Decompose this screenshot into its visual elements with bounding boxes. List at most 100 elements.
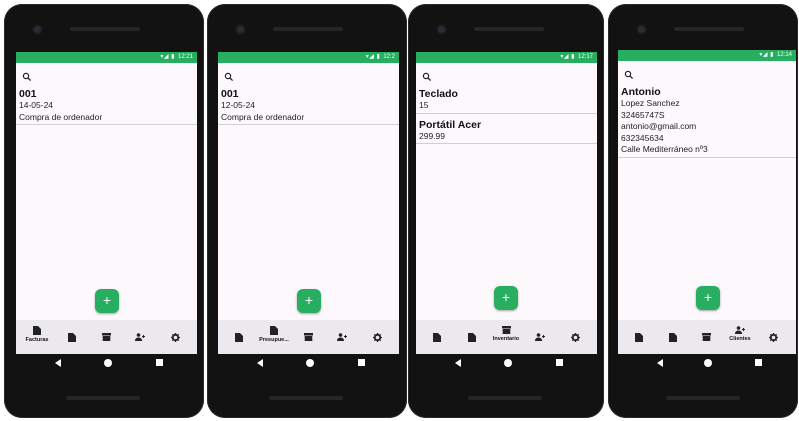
tab-facturas[interactable]: Facturas <box>19 320 55 354</box>
bottom-speaker <box>468 396 542 400</box>
item-description: Compra de ordenador <box>19 111 103 122</box>
tab-settings[interactable] <box>359 320 395 354</box>
archive-icon <box>501 326 511 334</box>
add-button[interactable]: + <box>696 286 720 310</box>
home-icon[interactable] <box>504 359 512 367</box>
search-icon[interactable] <box>22 69 32 82</box>
back-icon[interactable] <box>455 359 461 367</box>
inventory-list: Teclado 15 Portátil Acer 299.99 <box>416 88 597 149</box>
speaker <box>474 27 544 31</box>
app-screen: ▾◢ ▮ 12:17 Teclado 15 Portátil Acer 299.9… <box>416 52 597 354</box>
bottom-navigation: Presupue... <box>218 320 399 354</box>
speaker <box>70 27 140 31</box>
phone-frame: ▾◢ ▮ 12:2 001 12-05-24 Compra de ordenado… <box>207 4 407 418</box>
document-icon <box>433 333 441 342</box>
tab-facturas[interactable] <box>419 320 455 354</box>
list-item[interactable]: Portátil Acer 299.99 <box>416 118 597 144</box>
item-quantity: 15 <box>419 100 429 110</box>
add-person-icon <box>535 333 545 341</box>
item-title: Antonio <box>621 86 661 98</box>
client-address: Calle Mediterráneo nº3 <box>621 144 708 154</box>
item-date: 14-05-24 <box>19 100 54 110</box>
gear-icon <box>570 333 580 342</box>
search-icon[interactable] <box>624 67 634 80</box>
system-navigation-bar <box>218 354 399 372</box>
tab-settings[interactable] <box>557 320 593 354</box>
signal-battery-icon: ▾◢ ▮ <box>560 54 575 60</box>
bottom-speaker <box>66 396 140 400</box>
search-icon[interactable] <box>422 69 432 82</box>
tab-facturas[interactable] <box>221 320 257 354</box>
client-list: Antonio Lopez Sanchez 32465747S antonio@… <box>618 86 796 163</box>
system-navigation-bar <box>16 354 197 372</box>
tab-settings[interactable] <box>755 320 791 354</box>
archive-icon <box>303 333 313 341</box>
back-icon[interactable] <box>257 359 263 367</box>
status-bar: ▾◢ ▮ 12:2 <box>218 52 399 63</box>
bottom-speaker <box>269 396 343 400</box>
tab-clientes[interactable] <box>122 320 158 354</box>
status-time: 12:2 <box>383 54 395 60</box>
home-icon[interactable] <box>306 359 314 367</box>
document-icon <box>270 326 278 335</box>
tab-presupuestos[interactable]: Presupue... <box>256 320 292 354</box>
back-icon[interactable] <box>55 359 61 367</box>
signal-battery-icon: ▾◢ ▮ <box>365 54 381 60</box>
app-screen: ▾◢ ▮ 12:21 001 14-05-24 Compra de ordenad… <box>16 52 197 354</box>
recents-icon[interactable] <box>358 359 365 366</box>
camera <box>34 26 41 33</box>
bottom-navigation: Clientes <box>618 320 796 354</box>
system-navigation-bar <box>618 354 796 372</box>
list-item[interactable]: 001 14-05-24 Compra de ordenador <box>16 88 197 125</box>
tab-clientes[interactable] <box>324 320 360 354</box>
add-person-icon <box>337 333 347 341</box>
add-button[interactable]: + <box>95 289 119 313</box>
camera <box>638 26 645 33</box>
document-icon <box>33 326 41 335</box>
tab-label: Presupue... <box>259 337 289 343</box>
recents-icon[interactable] <box>755 359 762 366</box>
tab-presupuestos[interactable] <box>54 320 90 354</box>
client-email: antonio@gmail.com <box>621 121 697 131</box>
status-bar: ▾◢ ▮ 12:21 <box>16 52 197 63</box>
signal-battery-icon: ▾◢ ▮ <box>759 52 774 58</box>
tab-facturas[interactable] <box>621 320 657 354</box>
list-item[interactable]: 001 12-05-24 Compra de ordenador <box>218 88 399 125</box>
camera <box>438 26 445 33</box>
tab-settings[interactable] <box>157 320 193 354</box>
tab-clientes[interactable]: Clientes <box>722 320 758 354</box>
home-icon[interactable] <box>104 359 112 367</box>
list-item[interactable]: Teclado 15 <box>416 88 597 114</box>
phone-frame: ▾◢ ▮ 12:14 Antonio Lopez Sanchez 32465747… <box>608 4 798 418</box>
add-person-icon <box>135 333 145 341</box>
back-icon[interactable] <box>657 359 663 367</box>
speaker <box>674 27 744 31</box>
document-icon <box>68 333 76 342</box>
tab-label: Facturas <box>25 337 49 343</box>
app-screen: ▾◢ ▮ 12:2 001 12-05-24 Compra de ordenado… <box>218 52 399 354</box>
add-button[interactable]: + <box>494 286 518 310</box>
phone-frame: ▾◢ ▮ 12:17 Teclado 15 Portátil Acer 299.9… <box>408 4 604 418</box>
tab-inventario[interactable] <box>88 320 124 354</box>
list-item[interactable]: Antonio Lopez Sanchez 32465747S antonio@… <box>618 86 796 158</box>
add-button[interactable]: + <box>297 289 321 313</box>
item-price: 299.99 <box>419 130 445 141</box>
home-icon[interactable] <box>704 359 712 367</box>
system-navigation-bar <box>416 354 597 372</box>
item-title: Portátil Acer <box>419 118 482 131</box>
search-icon[interactable] <box>224 69 234 82</box>
recents-icon[interactable] <box>556 359 563 366</box>
item-title: 001 <box>19 88 37 100</box>
tab-inventario[interactable] <box>290 320 326 354</box>
tab-presupuestos[interactable] <box>655 320 691 354</box>
item-title: 001 <box>221 88 239 100</box>
tab-inventario[interactable]: Inventario <box>488 320 524 354</box>
status-time: 12:17 <box>577 54 593 60</box>
client-id: 32465747S <box>621 109 665 120</box>
recents-icon[interactable] <box>156 359 163 366</box>
client-phone: 632345634 <box>621 132 664 143</box>
tab-presupuestos[interactable] <box>454 320 490 354</box>
tab-clientes[interactable] <box>522 320 558 354</box>
item-title: Teclado <box>419 88 458 100</box>
tab-inventario[interactable] <box>688 320 724 354</box>
